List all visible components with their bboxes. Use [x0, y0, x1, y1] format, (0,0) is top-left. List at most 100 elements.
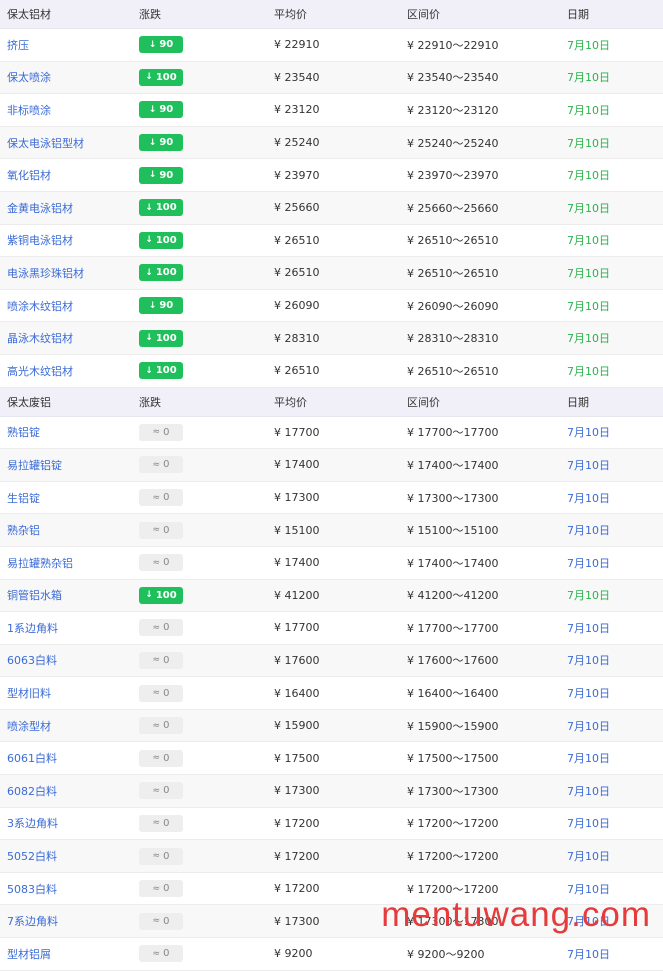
range-price: ¥ 9200～9200 [407, 947, 485, 961]
avg-price: ¥ 23540 [274, 70, 320, 84]
name-cell: 5083白料 [0, 881, 133, 897]
change-value: 90 [159, 169, 174, 181]
product-link[interactable]: 型材铝屑 [7, 948, 51, 961]
avg-price: ¥ 26510 [274, 266, 320, 280]
price-section: 保太废铝 涨跌 平均价 区间价 日期 熟铝锭 ≈0 ¥ 17700 ¥ 17700～17700 7… [0, 387, 663, 971]
date-cell: 7月10日 [567, 299, 610, 313]
change-value: 0 [163, 557, 170, 569]
product-link[interactable]: 高光木纹铝材 [7, 365, 73, 378]
change-badge: ↓ 100 [139, 329, 183, 347]
table-row: 电泳黑珍珠铝材 ↓ 100 ¥ 26510 ¥ 26510～26510 7月10日 [0, 257, 663, 290]
product-link[interactable]: 非标喷涂 [7, 104, 51, 117]
name-cell: 高光木纹铝材 [0, 363, 133, 379]
product-link[interactable]: 生铝锭 [7, 492, 40, 505]
date-cell: 7月10日 [567, 524, 610, 538]
flat-icon: ≈ [152, 427, 161, 438]
product-link[interactable]: 铜管铝水箱 [7, 589, 62, 602]
table-row: 金黄电泳铝材 ↓ 100 ¥ 25660 ¥ 25660～25660 7月10日 [0, 191, 663, 225]
change-value: 100 [155, 365, 177, 377]
table-row: 晶泳木纹铝材 ↓ 100 ¥ 28310 ¥ 28310～28310 7月10日 [0, 322, 663, 355]
product-link[interactable]: 熟杂铝 [7, 524, 40, 537]
product-link[interactable]: 紫铜电泳铝材 [7, 234, 73, 247]
change-cell: ≈0 [133, 717, 266, 735]
down-arrow-icon: ↓ [145, 590, 153, 601]
product-link[interactable]: 5052白料 [7, 850, 57, 863]
flat-icon: ≈ [152, 492, 161, 503]
change-badge: ≈0 [139, 814, 183, 832]
name-cell: 挤压 [0, 37, 133, 53]
change-badge: ≈0 [139, 749, 183, 767]
date-cell: 7月10日 [567, 458, 610, 472]
range-price: ¥ 26090～26090 [407, 299, 499, 313]
avg-price: ¥ 26510 [274, 233, 320, 247]
change-cell: ≈0 [133, 749, 266, 767]
change-badge: ≈0 [139, 456, 183, 474]
table-body: 熟铝锭 ≈0 ¥ 17700 ¥ 17700～17700 7月10日 易拉罐铝锭 ≈0 ¥ 1… [0, 417, 663, 971]
product-link[interactable]: 3系边角料 [7, 817, 58, 830]
product-link[interactable]: 电泳黑珍珠铝材 [7, 267, 84, 280]
product-link[interactable]: 5083白料 [7, 883, 57, 896]
header-change: 涨跌 [139, 8, 161, 21]
down-arrow-icon: ↓ [145, 333, 153, 344]
range-price: ¥ 17700～17700 [407, 621, 499, 635]
product-link[interactable]: 6063白料 [7, 654, 57, 667]
product-link[interactable]: 6082白料 [7, 785, 57, 798]
change-cell: ≈0 [133, 847, 266, 865]
product-link[interactable]: 氧化铝材 [7, 169, 51, 182]
change-badge: ≈0 [139, 651, 183, 669]
table-row: 喷涂型材 ≈0 ¥ 15900 ¥ 15900～15900 7月10日 [0, 709, 663, 743]
name-cell: 6061白料 [0, 750, 133, 766]
product-link[interactable]: 7系边角料 [7, 915, 58, 928]
avg-price: ¥ 17700 [274, 621, 320, 635]
avg-price: ¥ 25660 [274, 201, 320, 215]
down-arrow-icon: ↓ [148, 39, 157, 50]
flat-icon: ≈ [152, 557, 161, 568]
name-cell: 紫铜电泳铝材 [0, 232, 133, 248]
name-cell: 电泳黑珍珠铝材 [0, 265, 133, 281]
avg-price: ¥ 15900 [274, 719, 320, 733]
change-badge: ↓ 90 [139, 134, 183, 152]
product-link[interactable]: 挤压 [7, 39, 29, 52]
flat-icon: ≈ [152, 851, 161, 862]
product-link[interactable]: 金黄电泳铝材 [7, 202, 73, 215]
table-row: 型材旧料 ≈0 ¥ 16400 ¥ 16400～16400 7月10日 [0, 677, 663, 710]
change-badge: ≈0 [139, 684, 183, 702]
product-link[interactable]: 熟铝锭 [7, 426, 40, 439]
table-row: 熟铝锭 ≈0 ¥ 17700 ¥ 17700～17700 7月10日 [0, 417, 663, 450]
product-link[interactable]: 6061白料 [7, 752, 57, 765]
change-cell: ≈0 [133, 880, 266, 898]
change-badge: ≈0 [139, 619, 183, 637]
avg-price: ¥ 17200 [274, 816, 320, 830]
avg-price: ¥ 17700 [274, 425, 320, 439]
change-cell: ≈0 [133, 912, 266, 930]
name-cell: 铜管铝水箱 [0, 587, 133, 603]
name-cell: 喷涂型材 [0, 718, 133, 734]
avg-price: ¥ 17300 [274, 784, 320, 798]
date-cell: 7月10日 [567, 332, 610, 346]
avg-price: ¥ 41200 [274, 588, 320, 602]
product-link[interactable]: 喷涂木纹铝材 [7, 300, 73, 313]
date-cell: 7月10日 [567, 71, 610, 85]
date-cell: 7月10日 [567, 784, 610, 798]
down-arrow-icon: ↓ [145, 235, 153, 246]
avg-price: ¥ 17300 [274, 491, 320, 505]
product-link[interactable]: 易拉罐铝锭 [7, 459, 62, 472]
product-link[interactable]: 保太喷涂 [7, 71, 51, 84]
change-cell: ≈0 [133, 782, 266, 800]
product-link[interactable]: 型材旧料 [7, 687, 51, 700]
change-cell: ≈0 [133, 521, 266, 539]
name-cell: 6082白料 [0, 783, 133, 799]
range-price: ¥ 23540～23540 [407, 71, 499, 85]
product-link[interactable]: 保太电泳铝型材 [7, 137, 84, 150]
product-link[interactable]: 1系边角料 [7, 622, 58, 635]
range-price: ¥ 26510～26510 [407, 266, 499, 280]
change-cell: ↓ 90 [133, 166, 266, 184]
change-badge: ↓ 90 [139, 166, 183, 184]
product-link[interactable]: 易拉罐熟杂铝 [7, 557, 73, 570]
table-row: 易拉罐铝锭 ≈0 ¥ 17400 ¥ 17400～17400 7月10日 [0, 449, 663, 482]
range-price: ¥ 26510～26510 [407, 234, 499, 248]
product-link[interactable]: 晶泳木纹铝材 [7, 332, 73, 345]
change-badge: ≈0 [139, 554, 183, 572]
product-link[interactable]: 喷涂型材 [7, 720, 51, 733]
name-cell: 熟杂铝 [0, 522, 133, 538]
